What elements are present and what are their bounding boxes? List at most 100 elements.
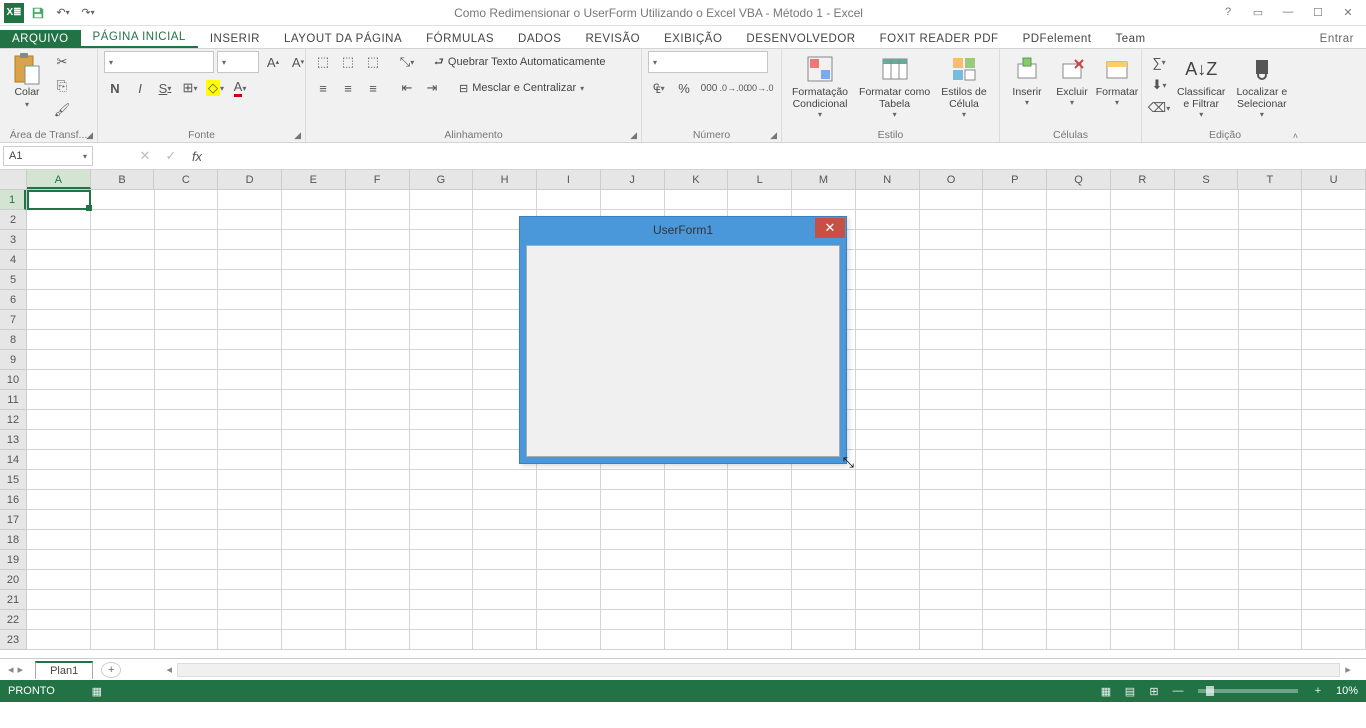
cell[interactable] — [537, 190, 601, 210]
cell[interactable] — [27, 210, 91, 230]
cell[interactable] — [91, 430, 155, 450]
cell[interactable] — [410, 490, 474, 510]
cell[interactable] — [282, 630, 346, 650]
cell[interactable] — [1239, 290, 1303, 310]
cell[interactable] — [792, 630, 856, 650]
redo-icon[interactable]: ↷▾ — [77, 2, 99, 24]
cell[interactable] — [601, 190, 665, 210]
cell[interactable] — [346, 410, 410, 430]
cell[interactable] — [1302, 410, 1366, 430]
cell[interactable] — [410, 250, 474, 270]
increase-indent-icon[interactable]: ⇥ — [421, 77, 443, 99]
cell[interactable] — [1302, 610, 1366, 630]
cell[interactable] — [1047, 490, 1111, 510]
cell[interactable] — [728, 630, 792, 650]
sign-in-link[interactable]: Entrar — [1308, 30, 1366, 48]
cell[interactable] — [155, 370, 219, 390]
cell[interactable] — [410, 510, 474, 530]
cell[interactable] — [537, 550, 601, 570]
cell[interactable] — [1175, 470, 1239, 490]
cell[interactable] — [346, 510, 410, 530]
cell[interactable] — [91, 530, 155, 550]
cell[interactable] — [920, 290, 984, 310]
cell[interactable] — [346, 310, 410, 330]
cell[interactable] — [155, 250, 219, 270]
cell[interactable] — [983, 450, 1047, 470]
cell[interactable] — [410, 610, 474, 630]
cell[interactable] — [1047, 250, 1111, 270]
cell[interactable] — [728, 190, 792, 210]
cell[interactable] — [410, 370, 474, 390]
cell[interactable] — [473, 590, 537, 610]
cell[interactable] — [91, 610, 155, 630]
cell[interactable] — [792, 490, 856, 510]
row-header[interactable]: 8 — [0, 330, 26, 350]
cell[interactable] — [218, 630, 282, 650]
align-right-icon[interactable]: ≡ — [362, 77, 384, 99]
cell[interactable] — [1111, 390, 1175, 410]
cell[interactable] — [27, 470, 91, 490]
row-header[interactable]: 19 — [0, 550, 26, 570]
collapse-ribbon-icon[interactable]: ˄ — [1293, 131, 1298, 141]
cell[interactable] — [1239, 530, 1303, 550]
cell[interactable] — [27, 370, 91, 390]
cell[interactable] — [792, 590, 856, 610]
cell[interactable] — [728, 590, 792, 610]
cell[interactable] — [537, 570, 601, 590]
cell[interactable] — [346, 450, 410, 470]
decrease-indent-icon[interactable]: ⇤ — [396, 77, 418, 99]
cell[interactable] — [1047, 390, 1111, 410]
cell[interactable] — [346, 610, 410, 630]
cell[interactable] — [27, 490, 91, 510]
cell[interactable] — [856, 550, 920, 570]
cell[interactable] — [346, 270, 410, 290]
userform-titlebar[interactable]: UserForm1 ✕ — [520, 217, 846, 243]
cell[interactable] — [1175, 330, 1239, 350]
cell[interactable] — [983, 270, 1047, 290]
accounting-format-icon[interactable]: ₠▾ — [648, 77, 670, 99]
cell[interactable] — [728, 510, 792, 530]
cell[interactable] — [282, 210, 346, 230]
row-header[interactable]: 18 — [0, 530, 26, 550]
cell[interactable] — [91, 210, 155, 230]
cell[interactable] — [920, 530, 984, 550]
cell[interactable] — [282, 610, 346, 630]
row-header[interactable]: 11 — [0, 390, 26, 410]
cell[interactable] — [1239, 490, 1303, 510]
cell[interactable] — [920, 430, 984, 450]
cell[interactable] — [1175, 630, 1239, 650]
cell[interactable] — [218, 370, 282, 390]
cell[interactable] — [27, 310, 91, 330]
cell[interactable] — [1175, 590, 1239, 610]
name-box[interactable]: A1▾ — [3, 146, 93, 166]
cell[interactable] — [856, 430, 920, 450]
cell[interactable] — [1302, 230, 1366, 250]
cell[interactable] — [1175, 350, 1239, 370]
cell[interactable] — [1111, 490, 1175, 510]
cell[interactable] — [1239, 430, 1303, 450]
cell[interactable] — [728, 530, 792, 550]
cell[interactable] — [155, 210, 219, 230]
cell[interactable] — [282, 190, 346, 210]
minimize-icon[interactable]: — — [1278, 6, 1298, 19]
font-color-icon[interactable]: A▾ — [229, 77, 251, 99]
cell[interactable] — [983, 230, 1047, 250]
cell[interactable] — [410, 350, 474, 370]
column-header[interactable]: J — [601, 170, 665, 189]
cell[interactable] — [537, 630, 601, 650]
dialog-launcher-icon[interactable]: ◢ — [86, 130, 93, 141]
cell[interactable] — [155, 490, 219, 510]
row-header[interactable]: 10 — [0, 370, 26, 390]
cell[interactable] — [856, 450, 920, 470]
cell[interactable] — [155, 510, 219, 530]
cell[interactable] — [983, 390, 1047, 410]
dialog-launcher-icon[interactable]: ◢ — [630, 130, 637, 141]
zoom-in-icon[interactable]: + — [1306, 685, 1330, 697]
cell[interactable] — [91, 590, 155, 610]
cell[interactable] — [856, 230, 920, 250]
cell[interactable] — [1111, 370, 1175, 390]
macro-record-icon[interactable]: ▦ — [85, 685, 109, 698]
cell[interactable] — [346, 290, 410, 310]
cell[interactable] — [856, 530, 920, 550]
cell[interactable] — [1302, 390, 1366, 410]
